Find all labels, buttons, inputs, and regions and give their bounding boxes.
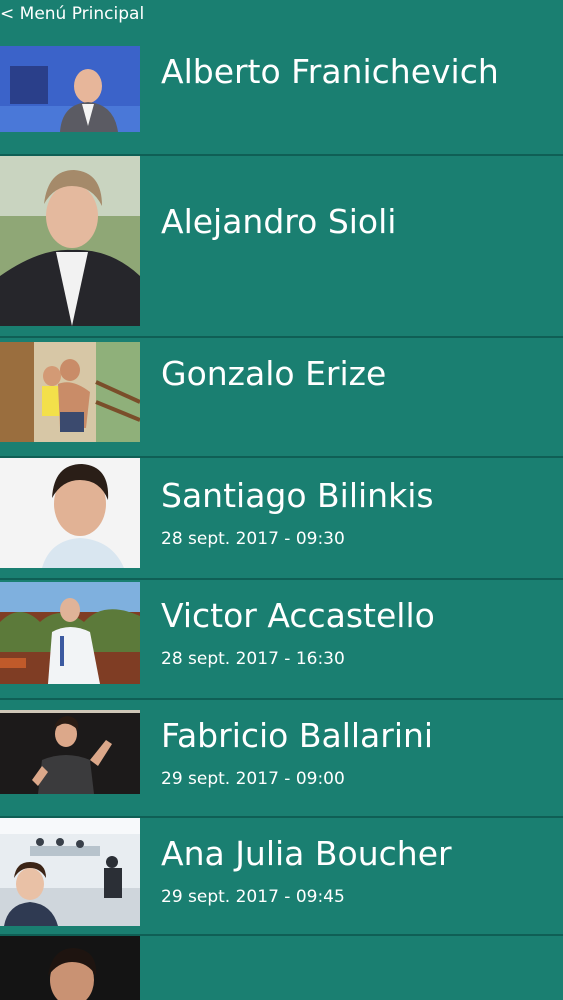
- speaker-name: Alejandro Sioli: [161, 202, 397, 241]
- speaker-session-time: 29 sept. 2017 - 09:45: [161, 887, 345, 907]
- speaker-session-time: 28 sept. 2017 - 16:30: [161, 649, 345, 669]
- speaker-photo: [0, 342, 140, 442]
- speaker-name: Fabricio Ballarini: [161, 716, 434, 755]
- speaker-name: Ana Julia Boucher: [161, 834, 452, 873]
- speaker-photo: [0, 818, 140, 926]
- speaker-row-gonzalo-erize[interactable]: Gonzalo Erize: [0, 338, 563, 458]
- speaker-row-santiago-bilinkis[interactable]: Santiago Bilinkis 28 sept. 2017 - 09:30: [0, 458, 563, 580]
- speaker-photo: [0, 46, 140, 132]
- top-bar: < Menú Principal: [0, 0, 563, 28]
- speaker-name: Victor Accastello: [161, 596, 435, 635]
- speaker-photo: [0, 710, 140, 794]
- speaker-photo: [0, 458, 140, 568]
- speaker-row-partial[interactable]: [0, 936, 563, 1000]
- speaker-session-time: 29 sept. 2017 - 09:00: [161, 769, 345, 789]
- speaker-name: Gonzalo Erize: [161, 354, 387, 393]
- speaker-name: Santiago Bilinkis: [161, 476, 434, 515]
- speaker-photo: [0, 156, 140, 326]
- speaker-row-ana-julia-boucher[interactable]: Ana Julia Boucher 29 sept. 2017 - 09:45: [0, 818, 563, 936]
- speaker-name: Alberto Franichevich: [161, 52, 499, 91]
- speaker-row-alejandro-sioli[interactable]: Alejandro Sioli: [0, 156, 563, 338]
- back-to-main-menu-link[interactable]: < Menú Principal: [0, 4, 144, 24]
- speaker-row-fabricio-ballarini[interactable]: Fabricio Ballarini 29 sept. 2017 - 09:00: [0, 700, 563, 818]
- speaker-session-time: 28 sept. 2017 - 09:30: [161, 529, 345, 549]
- speaker-photo: [0, 936, 140, 1000]
- speaker-row-victor-accastello[interactable]: Victor Accastello 28 sept. 2017 - 16:30: [0, 580, 563, 700]
- speaker-photo: [0, 582, 140, 684]
- speaker-row-alberto-franichevich[interactable]: Alberto Franichevich: [0, 28, 563, 156]
